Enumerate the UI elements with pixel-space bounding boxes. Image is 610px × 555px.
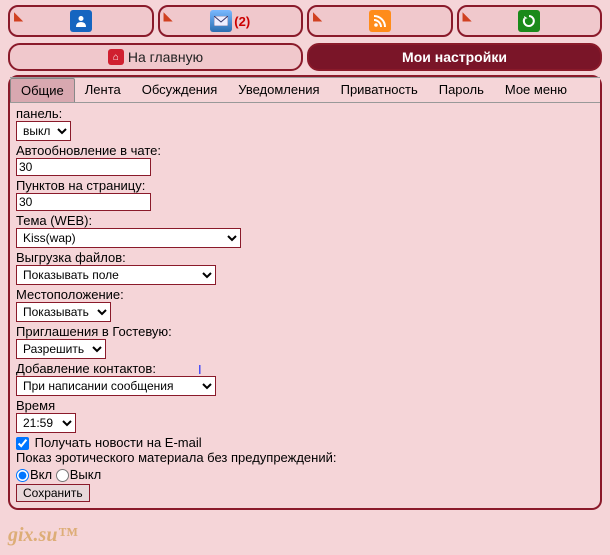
- panel-label: панель:: [16, 106, 594, 121]
- subtab-privacy[interactable]: Приватность: [331, 78, 429, 102]
- subtab-feed[interactable]: Лента: [75, 78, 132, 102]
- erotic-on-radio[interactable]: [16, 469, 29, 482]
- perpage-input[interactable]: [16, 193, 151, 211]
- upload-select[interactable]: Показывать поле: [16, 265, 216, 285]
- email-news-checkbox[interactable]: [16, 437, 29, 450]
- autorefresh-label: Автообновление в чате:: [16, 143, 594, 158]
- time-label: Время: [16, 398, 594, 413]
- location-select[interactable]: Показывать: [16, 302, 111, 322]
- erotic-label: Показ эротического материала без предупр…: [16, 450, 594, 465]
- settings-label: Мои настройки: [402, 49, 507, 65]
- home-label: На главную: [128, 49, 203, 65]
- subtab-notifications[interactable]: Уведомления: [228, 78, 330, 102]
- corner-indicator: ◣: [463, 9, 472, 23]
- watermark: gix.su™: [8, 524, 77, 547]
- time-select[interactable]: 21:59: [16, 413, 76, 433]
- radio-on-label: Вкл: [30, 467, 52, 482]
- email-news-label: Получать новости на E-mail: [35, 435, 202, 450]
- mail-icon: [210, 10, 232, 32]
- subtab-discussions[interactable]: Обсуждения: [132, 78, 229, 102]
- erotic-off-radio[interactable]: [56, 469, 69, 482]
- corner-indicator: ◣: [313, 9, 322, 23]
- location-label: Местоположение:: [16, 287, 594, 302]
- subtab-mymenu[interactable]: Мое меню: [495, 78, 578, 102]
- home-icon: ⌂: [108, 49, 124, 65]
- theme-select[interactable]: Kiss(wap): [16, 228, 241, 248]
- tab-profile[interactable]: ◣: [8, 5, 154, 37]
- subtab-password[interactable]: Пароль: [429, 78, 495, 102]
- profile-icon: [70, 10, 92, 32]
- tab-rss[interactable]: ◣: [307, 5, 453, 37]
- tab-messages[interactable]: ◣ (2): [158, 5, 304, 37]
- my-settings-button[interactable]: Мои настройки: [307, 43, 602, 71]
- corner-indicator: ◣: [164, 9, 173, 23]
- perpage-label: Пунктов на страницу:: [16, 178, 594, 193]
- refresh-icon: [518, 10, 540, 32]
- contacts-label: Добавление контактов:: [16, 361, 594, 376]
- guest-select[interactable]: Разрешить: [16, 339, 106, 359]
- radio-off-label: Выкл: [70, 467, 101, 482]
- contacts-select[interactable]: При написании сообщения: [16, 376, 216, 396]
- panel-select[interactable]: выкл: [16, 121, 71, 141]
- guest-label: Приглашения в Гостевую:: [16, 324, 594, 339]
- subtab-general[interactable]: Общие: [10, 78, 75, 102]
- tab-refresh[interactable]: ◣: [457, 5, 603, 37]
- theme-label: Тема (WEB):: [16, 213, 594, 228]
- message-count: (2): [234, 14, 250, 29]
- save-button[interactable]: Сохранить: [16, 484, 90, 502]
- upload-label: Выгрузка файлов:: [16, 250, 594, 265]
- home-button[interactable]: ⌂ На главную: [8, 43, 303, 71]
- autorefresh-input[interactable]: [16, 158, 151, 176]
- corner-indicator: ◣: [14, 9, 23, 23]
- rss-icon: [369, 10, 391, 32]
